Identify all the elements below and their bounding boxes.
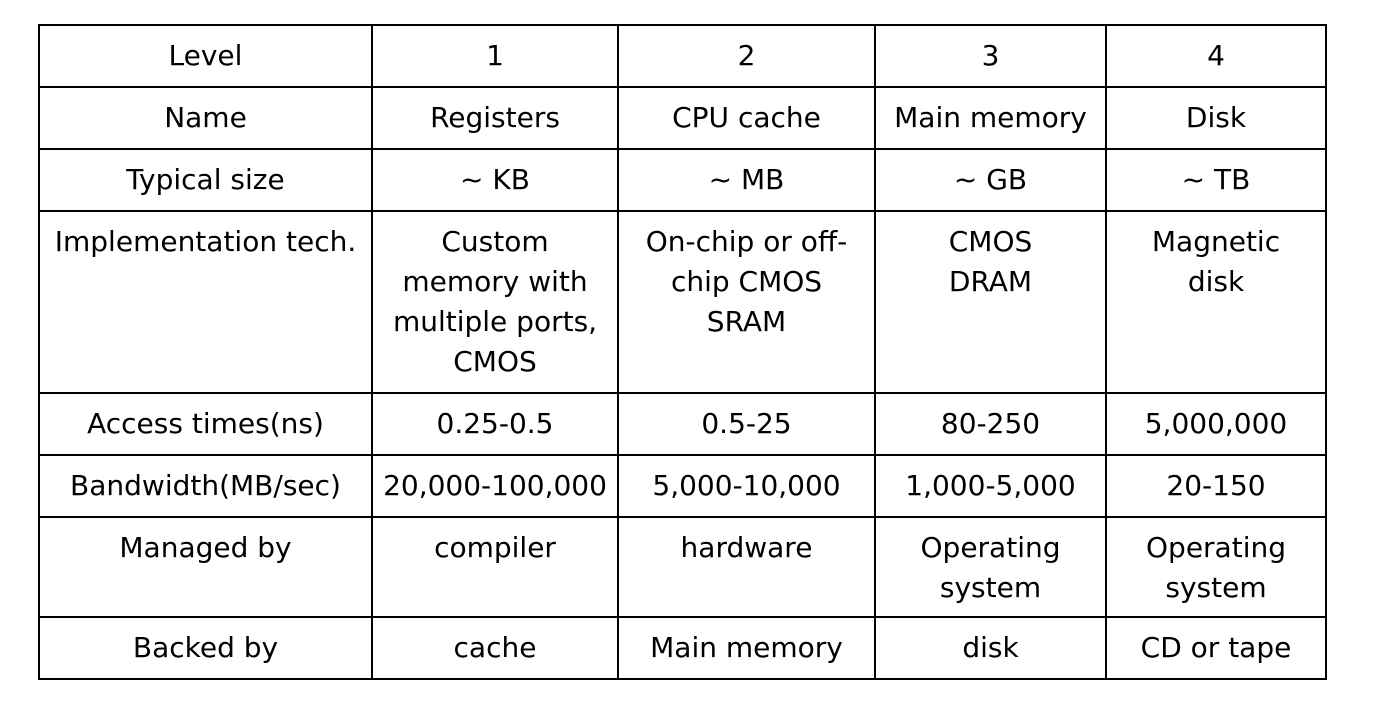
row-label-implementation: Implementation tech. — [38, 210, 373, 394]
cell-access-main-memory: 80-250 — [874, 392, 1107, 456]
cell-backed-disk: CD or tape — [1105, 616, 1327, 680]
cell-backed-cpu-cache: Main memory — [617, 616, 876, 680]
cell-impl-registers: Custom memory with multiple ports, CMOS — [371, 210, 619, 394]
cell-size-cpu-cache: ~ MB — [617, 148, 876, 212]
row-label-name: Name — [38, 86, 373, 150]
cell-size-main-memory: ~ GB — [874, 148, 1107, 212]
row-label-managed-by: Managed by — [38, 516, 373, 618]
cell-name-disk: Disk — [1105, 86, 1327, 150]
cell-size-disk: ~ TB — [1105, 148, 1327, 212]
row-label-access-times: Access times(ns) — [38, 392, 373, 456]
cell-name-main-memory: Main memory — [874, 86, 1107, 150]
table-row-backed-by: Backed by cache Main memory disk CD or t… — [38, 616, 1327, 680]
cell-impl-main-memory: CMOS DRAM — [874, 210, 1107, 394]
cell-bw-registers: 20,000-100,000 — [371, 454, 619, 518]
cell-impl-disk: Magnetic disk — [1105, 210, 1327, 394]
cell-managed-disk: Operating system — [1105, 516, 1327, 618]
cell-managed-registers: compiler — [371, 516, 619, 618]
table-row-bandwidth: Bandwidth(MB/sec) 20,000-100,000 5,000-1… — [38, 454, 1327, 518]
table-row-level: Level 1 2 3 4 — [38, 24, 1327, 88]
cell-access-cpu-cache: 0.5-25 — [617, 392, 876, 456]
cell-managed-cpu-cache: hardware — [617, 516, 876, 618]
cell-impl-cpu-cache: On-chip or off- chip CMOS SRAM — [617, 210, 876, 394]
cell-access-registers: 0.25-0.5 — [371, 392, 619, 456]
cell-level-4: 4 — [1105, 24, 1327, 88]
table-row-managed-by: Managed by compiler hardware Operating s… — [38, 516, 1327, 618]
cell-level-2: 2 — [617, 24, 876, 88]
memory-hierarchy-table: Level 1 2 3 4 Name Registers CPU cache M… — [38, 24, 1327, 680]
row-label-level: Level — [38, 24, 373, 88]
row-label-bandwidth: Bandwidth(MB/sec) — [38, 454, 373, 518]
cell-backed-main-memory: disk — [874, 616, 1107, 680]
cell-size-registers: ~ KB — [371, 148, 619, 212]
cell-bw-cpu-cache: 5,000-10,000 — [617, 454, 876, 518]
cell-level-1: 1 — [371, 24, 619, 88]
cell-level-3: 3 — [874, 24, 1107, 88]
cell-backed-registers: cache — [371, 616, 619, 680]
table-row-typical-size: Typical size ~ KB ~ MB ~ GB ~ TB — [38, 148, 1327, 212]
cell-bw-main-memory: 1,000-5,000 — [874, 454, 1107, 518]
table-row-access-times: Access times(ns) 0.25-0.5 0.5-25 80-250 … — [38, 392, 1327, 456]
table-row-implementation: Implementation tech. Custom memory with … — [38, 210, 1327, 394]
cell-bw-disk: 20-150 — [1105, 454, 1327, 518]
row-label-backed-by: Backed by — [38, 616, 373, 680]
cell-managed-main-memory: Operating system — [874, 516, 1107, 618]
cell-access-disk: 5,000,000 — [1105, 392, 1327, 456]
row-label-typical-size: Typical size — [38, 148, 373, 212]
cell-name-registers: Registers — [371, 86, 619, 150]
cell-name-cpu-cache: CPU cache — [617, 86, 876, 150]
table-row-name: Name Registers CPU cache Main memory Dis… — [38, 86, 1327, 150]
